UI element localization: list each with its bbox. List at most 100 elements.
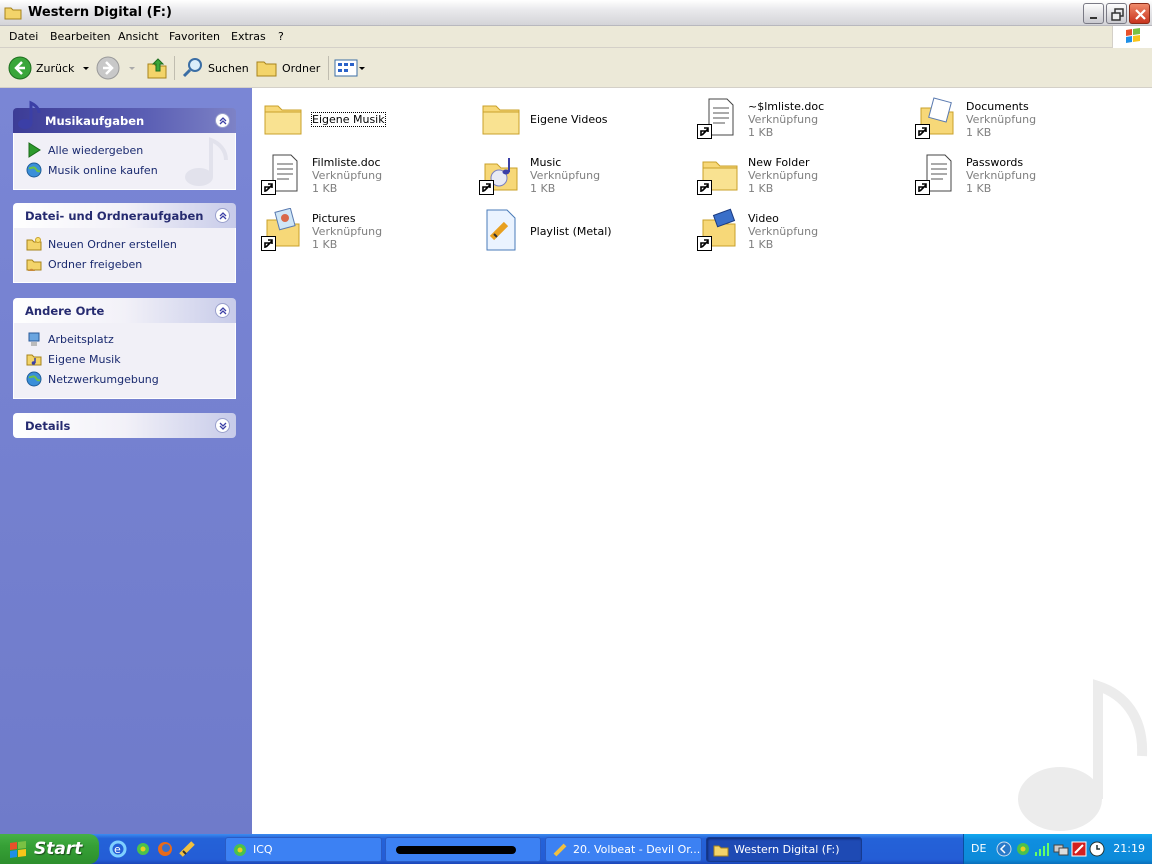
folder-icon [4,5,22,24]
file-tasks-title: Datei- und Ordneraufgaben [25,209,204,223]
file-tasks-header[interactable]: Datei- und Ordneraufgaben [13,203,236,228]
file-item[interactable]: New Folder Verknüpfung 1 KB [691,148,901,198]
back-button[interactable]: Zurück [8,54,92,82]
menu-bearbeiten[interactable]: Bearbeiten [50,30,110,43]
up-folder-icon [147,58,167,79]
up-folder-button[interactable] [146,54,168,82]
menu-bar: Datei Bearbeiten Ansicht Favoriten Extra… [0,26,1152,48]
task-new-folder[interactable]: Neuen Ordner erstellen [26,236,177,252]
winamp-icon[interactable] [178,840,196,858]
menu-help[interactable]: ? [278,30,284,43]
collapse-button[interactable] [215,303,230,318]
icq-icon[interactable] [134,840,152,858]
shortcut-arrow-icon [697,236,712,251]
other-places-body: Arbeitsplatz Eigene Musik Netzwerkumgebu… [13,323,236,399]
file-item[interactable]: Filmliste.doc Verknüpfung 1 KB [255,148,465,198]
file-size: 1 KB [966,126,992,139]
music-tasks-panel: Musikaufgaben Alle wiedergeben Musik onl… [13,100,236,190]
title-bar[interactable]: Western Digital (F:) [0,0,1152,26]
restore-button[interactable] [1106,3,1127,24]
shortcut-arrow-icon [915,124,930,139]
signal-strength-icon[interactable] [1034,841,1050,857]
windows-logo-icon [10,841,26,858]
music-note-watermark-icon [185,137,228,186]
task-play-all[interactable]: Alle wiedergeben [26,142,143,158]
place-network[interactable]: Netzwerkumgebung [26,371,159,387]
file-tasks-panel: Datei- und Ordneraufgaben Neuen Ordner e… [13,203,236,283]
document-shortcut-icon [697,96,741,140]
minimize-button[interactable] [1083,3,1104,24]
chevron-down-icon [83,67,90,70]
file-type: Verknüpfung [748,113,819,126]
language-indicator[interactable]: DE [971,842,986,855]
collapse-button[interactable] [215,208,230,223]
views-button[interactable] [334,54,366,82]
file-size: 1 KB [748,126,774,139]
menu-ansicht[interactable]: Ansicht [118,30,159,43]
file-view[interactable]: Eigene Musik Eigene Videos ~$lmliste.doc Ve… [252,88,1152,834]
file-item[interactable]: Eigene Videos [473,92,683,142]
back-label: Zurück [36,61,75,75]
file-item[interactable]: Pictures Verknüpfung 1 KB [255,204,465,254]
clock[interactable]: 21:19 [1113,842,1145,855]
task-label: Musik online kaufen [48,163,158,177]
toolbar: Zurück Suchen Ordner [0,48,1152,88]
taskbar-button-redacted[interactable] [385,837,541,862]
file-size: 1 KB [312,182,338,195]
redaction-bar [396,845,516,854]
file-item[interactable]: Video Verknüpfung 1 KB [691,204,901,254]
show-hidden-icons-icon[interactable] [996,841,1012,857]
search-button[interactable]: Suchen [181,54,249,82]
menu-extras[interactable]: Extras [231,30,266,43]
network-connection-icon[interactable] [1053,841,1069,857]
music-tasks-header[interactable]: Musikaufgaben [13,100,236,133]
other-places-header[interactable]: Andere Orte [13,298,236,323]
playlist-icon [479,208,523,252]
collapse-button[interactable] [215,113,230,128]
task-pane: Musikaufgaben Alle wiedergeben Musik onl… [0,88,252,834]
shortcut-arrow-icon [697,180,712,195]
file-item[interactable]: Playlist (Metal) [473,204,683,254]
forward-button[interactable] [96,54,138,82]
file-name: Playlist (Metal) [530,225,612,238]
file-item[interactable]: Music Verknüpfung 1 KB [473,148,683,198]
taskbar-button-icq[interactable]: ICQ [225,837,382,862]
close-button[interactable] [1129,3,1150,24]
details-header[interactable]: Details [13,413,236,438]
double-chevron-up-icon [219,117,227,125]
file-type: Verknüpfung [966,113,1037,126]
taskbar-button-volbeat[interactable]: 20. Volbeat - Devil Or... [545,837,702,862]
window-title: Western Digital (F:) [28,5,172,20]
file-item[interactable]: ~$lmliste.doc Verknüpfung 1 KB [691,92,901,142]
menu-favoriten[interactable]: Favoriten [169,30,220,43]
menu-datei[interactable]: Datei [9,30,38,43]
shortcut-arrow-icon [915,180,930,195]
music-note-watermark-icon [1018,679,1148,831]
file-name: ~$lmliste.doc [748,100,825,113]
computer-icon [26,331,42,347]
clock-app-icon[interactable] [1089,841,1105,857]
file-type: Verknüpfung [966,169,1037,182]
file-item[interactable]: Documents Verknüpfung 1 KB [909,92,1119,142]
icq-tray-icon[interactable] [1015,841,1031,857]
expand-button[interactable] [215,418,230,433]
other-places-panel: Andere Orte Arbeitsplatz Eigene Musik Ne… [13,298,236,399]
file-item[interactable]: Eigene Musik [255,92,465,142]
place-my-computer[interactable]: Arbeitsplatz [26,331,114,347]
folders-button[interactable]: Ordner [255,54,320,82]
shortcut-arrow-icon [261,236,276,251]
task-share-folder[interactable]: Ordner freigeben [26,256,142,272]
file-tasks-body: Neuen Ordner erstellen Ordner freigeben [13,228,236,283]
antivirus-icon[interactable] [1071,841,1087,857]
internet-explorer-icon[interactable]: e [109,840,127,858]
task-buy-music-online[interactable]: Musik online kaufen [26,162,158,178]
firefox-icon[interactable] [156,840,174,858]
icq-icon [234,843,246,856]
chevron-down-icon [129,67,135,70]
start-button[interactable]: Start [0,834,99,864]
file-item[interactable]: Passwords Verknüpfung 1 KB [909,148,1119,198]
place-my-music[interactable]: Eigene Musik [26,351,121,367]
taskbar-button-western-digital[interactable]: Western Digital (F:) [706,837,862,862]
start-label: Start [34,839,83,859]
file-size: 1 KB [748,238,774,251]
